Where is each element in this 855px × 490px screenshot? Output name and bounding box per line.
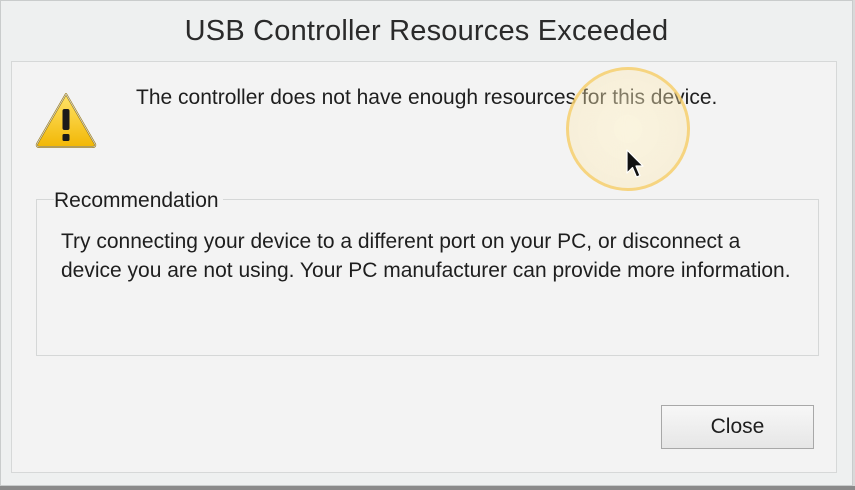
mouse-pointer-icon: [626, 149, 644, 179]
dialog-titlebar: USB Controller Resources Exceeded: [1, 1, 852, 61]
warning-icon: [34, 91, 98, 149]
close-button[interactable]: Close: [661, 405, 814, 449]
dialog-title: USB Controller Resources Exceeded: [184, 14, 669, 47]
recommendation-text: Try connecting your device to a differen…: [61, 230, 791, 282]
recommendation-heading: Recommendation: [54, 189, 223, 213]
window-bottom-edge: [0, 486, 855, 490]
